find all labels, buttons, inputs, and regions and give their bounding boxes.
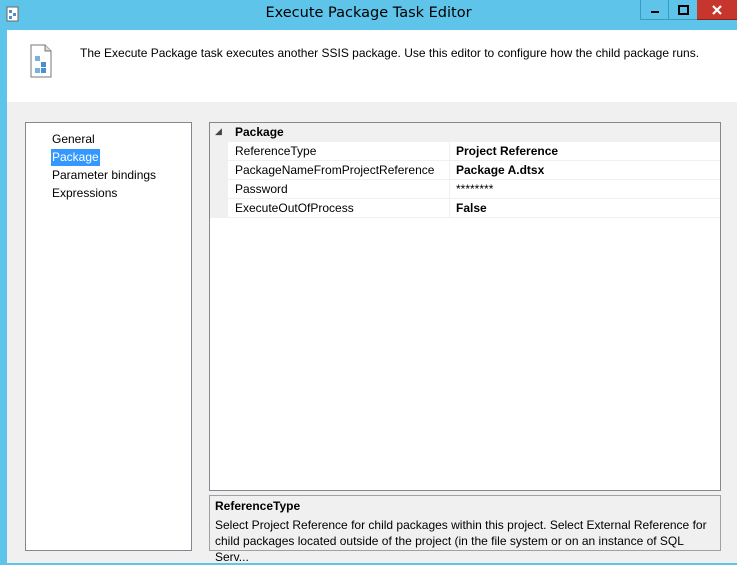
property-row-package-name[interactable]: PackageNameFromProjectReference Package …	[228, 161, 720, 180]
title-bar[interactable]: Execute Package Task Editor	[0, 0, 737, 30]
property-name: ReferenceType	[235, 144, 317, 158]
window-title: Execute Package Task Editor	[265, 5, 472, 21]
execute-package-icon	[30, 44, 52, 78]
page-navigation-list[interactable]: General Package Parameter bindings Expre…	[25, 122, 192, 551]
dialog-client-area: The Execute Package task executes anothe…	[7, 30, 737, 564]
category-header[interactable]: ◢ Package	[210, 123, 720, 142]
property-value[interactable]: ********	[456, 182, 493, 196]
minimize-button[interactable]	[640, 0, 669, 20]
property-row-password[interactable]: Password ********	[228, 180, 720, 199]
nav-item-parameter-bindings[interactable]: Parameter bindings	[51, 167, 157, 184]
minimize-icon	[651, 10, 659, 13]
maximize-button[interactable]	[668, 0, 697, 20]
help-description: Select Project Reference for child packa…	[215, 518, 707, 564]
column-divider[interactable]	[449, 180, 450, 199]
maximize-icon	[677, 4, 689, 15]
property-value[interactable]: Project Reference	[456, 144, 558, 158]
property-name: ExecuteOutOfProcess	[235, 201, 354, 215]
column-divider[interactable]	[449, 161, 450, 180]
nav-item-general[interactable]: General	[51, 131, 96, 148]
column-divider[interactable]	[449, 199, 450, 218]
column-divider[interactable]	[449, 142, 450, 161]
category-label: Package	[235, 125, 284, 139]
property-value[interactable]: Package A.dtsx	[456, 163, 544, 177]
property-grid[interactable]: ◢ Package ReferenceType Project Referenc…	[209, 122, 721, 491]
close-button[interactable]	[697, 0, 737, 20]
property-row-execute-out-of-process[interactable]: ExecuteOutOfProcess False	[228, 199, 720, 218]
help-title: ReferenceType	[215, 499, 301, 513]
property-name: PackageNameFromProjectReference	[235, 163, 435, 177]
dialog-header: The Execute Package task executes anothe…	[7, 30, 737, 102]
property-help-panel: ReferenceType Select Project Reference f…	[209, 495, 721, 564]
property-name: Password	[235, 182, 288, 196]
header-description: The Execute Package task executes anothe…	[80, 46, 700, 60]
grid-gutter	[210, 142, 228, 218]
property-value[interactable]: False	[456, 201, 487, 215]
nav-item-package[interactable]: Package	[51, 149, 100, 166]
collapse-triangle-icon[interactable]: ◢	[215, 126, 222, 137]
nav-item-expressions[interactable]: Expressions	[51, 185, 118, 202]
property-row-reference-type[interactable]: ReferenceType Project Reference	[228, 142, 720, 161]
close-icon	[712, 4, 722, 15]
